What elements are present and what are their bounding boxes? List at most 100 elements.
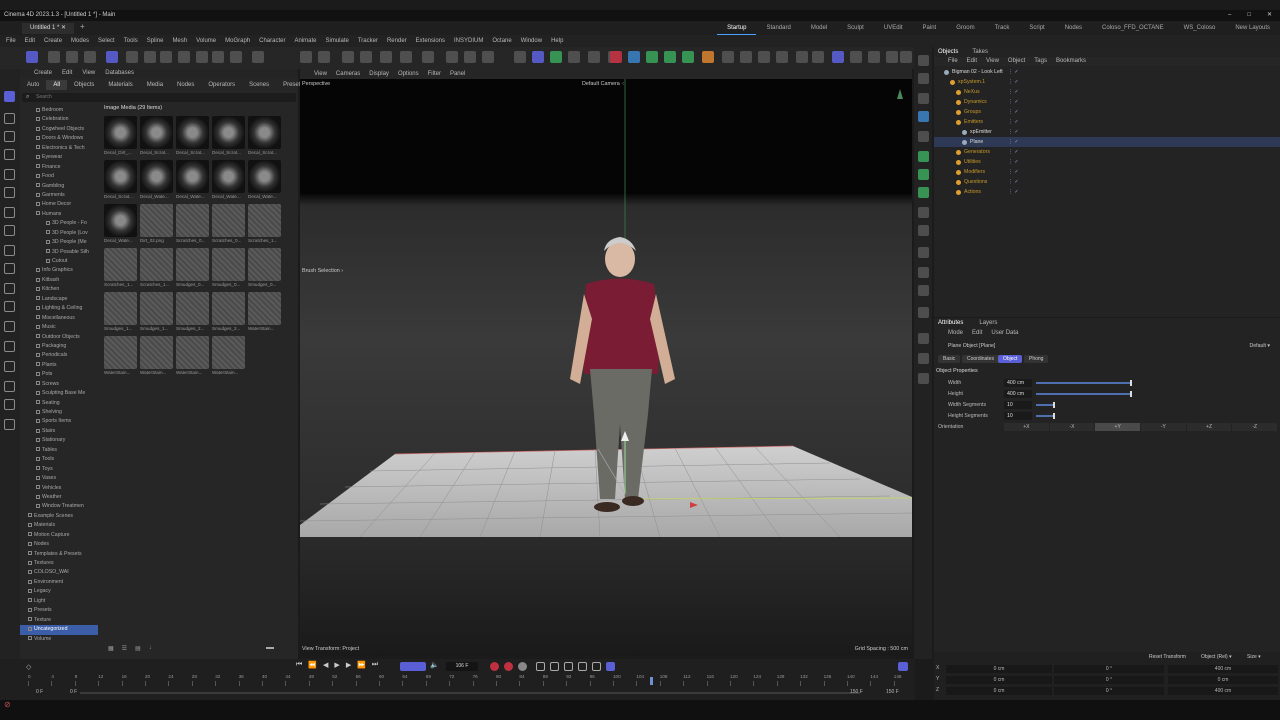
tree-item[interactable]: 3D Posable Silh	[20, 248, 98, 257]
tree-item[interactable]: 3D People - Fo	[20, 219, 98, 228]
attribute-preset-dropdown[interactable]: Default ▾	[1250, 343, 1270, 349]
right-tool-icon[interactable]	[918, 267, 929, 278]
asset-tab-nodes[interactable]: Nodes	[170, 80, 201, 90]
param-key-icon[interactable]	[592, 662, 601, 671]
timeline-ruler[interactable]: 0 4 8 12 16 20 24 28 32 36 40 44 48 52 56 60 64 68 72 76 80 8…	[0, 674, 915, 688]
layout-tab-script[interactable]: Script	[1019, 21, 1054, 35]
asset-thumbnail[interactable]	[176, 292, 209, 325]
left-tool-icon[interactable]	[4, 149, 15, 160]
layout-tab-model[interactable]: Model	[801, 21, 837, 35]
tree-item[interactable]: Kitchen	[20, 285, 98, 294]
asset-tab-scenes[interactable]: Scenes	[242, 80, 276, 90]
object-list-item[interactable]: Questions ⋮ ✓	[934, 177, 1280, 187]
attribute-subtab-phong[interactable]: Phong	[1024, 355, 1049, 363]
tree-item[interactable]: Texture	[20, 616, 98, 625]
attribute-menu-edit[interactable]: Edit	[972, 328, 982, 338]
record-icon[interactable]	[490, 662, 499, 671]
toolbar-tool-icon[interactable]	[832, 51, 844, 63]
tree-item[interactable]: Vehicles	[20, 484, 98, 493]
layout-tab-groom[interactable]: Groom	[946, 21, 984, 35]
asset-thumbnail[interactable]	[248, 116, 281, 149]
visibility-check-icon[interactable]: ⋮ ✓	[1008, 137, 1019, 147]
loop-toggle[interactable]	[400, 662, 426, 671]
go-to-end-icon[interactable]: ⏭	[372, 661, 378, 669]
visibility-check-icon[interactable]: ⋮ ✓	[1008, 157, 1019, 167]
toolbar-tool-icon[interactable]	[588, 51, 600, 63]
tree-item[interactable]: Environment	[20, 578, 98, 587]
preview-end-field[interactable]: 150 F	[850, 689, 863, 695]
tree-item[interactable]: Screws	[20, 380, 98, 389]
asset-thumbnail[interactable]	[176, 116, 209, 149]
keyframe-mode-icon[interactable]	[606, 662, 615, 671]
toolbar-tool-icon[interactable]	[252, 51, 264, 63]
menu-select[interactable]: Select	[98, 35, 115, 47]
point-key-icon[interactable]	[578, 662, 587, 671]
reset-transform-button[interactable]: Reset Transform	[1144, 653, 1191, 661]
menu-file[interactable]: File	[6, 35, 16, 47]
menu-help[interactable]: Help	[551, 35, 563, 47]
tree-item[interactable]: Templates & Presets	[20, 550, 98, 559]
viewport-menu-display[interactable]: Display	[369, 69, 389, 79]
left-tool-icon[interactable]	[4, 169, 15, 180]
tree-item[interactable]: Cogwheel Objects	[20, 125, 98, 134]
tree-item[interactable]: Shelving	[20, 408, 98, 417]
play-icon[interactable]: ▶	[334, 661, 339, 669]
viewport-menu-panel[interactable]: Panel	[450, 69, 465, 79]
orientation-x-button[interactable]: +X	[1004, 423, 1049, 431]
viewport-menu-filter[interactable]: Filter	[428, 69, 441, 79]
menu-tools[interactable]: Tools	[124, 35, 138, 47]
viewport-camera-label[interactable]: Default Camera ·:	[582, 81, 625, 87]
toolbar-tool-icon[interactable]	[868, 51, 880, 63]
close-icon[interactable]: ✕	[1267, 10, 1272, 21]
attribute-subtab-coordinates[interactable]: Coordinates	[962, 355, 999, 363]
toolbar-tool-icon[interactable]	[446, 51, 458, 63]
coord-position-field[interactable]: 0 cm	[946, 665, 1052, 673]
toolbar-tool-icon[interactable]	[300, 51, 312, 63]
visibility-check-icon[interactable]: ⋮ ✓	[1008, 147, 1019, 157]
asset-thumbnail[interactable]	[140, 116, 173, 149]
attribute-value-field[interactable]: 400 cm	[1004, 390, 1032, 398]
object-menu-file[interactable]: File	[948, 57, 958, 66]
tree-item[interactable]: Toys	[20, 465, 98, 474]
orientation-y-button[interactable]: -Y	[1141, 423, 1186, 431]
visibility-check-icon[interactable]: ⋮ ✓	[1008, 97, 1019, 107]
next-frame-icon[interactable]: ▶	[346, 661, 351, 669]
orientation-x-button[interactable]: -X	[1049, 423, 1095, 431]
left-tool-icon[interactable]	[4, 399, 15, 410]
toolbar-tool-icon[interactable]	[886, 51, 898, 63]
auto-key-icon[interactable]	[504, 662, 513, 671]
attribute-value-field[interactable]: 400 cm	[1004, 379, 1032, 387]
left-tool-icon[interactable]	[4, 187, 15, 198]
toolbar-tool-icon[interactable]	[550, 51, 562, 63]
object-tab-takes[interactable]: Takes	[972, 47, 988, 57]
tree-item[interactable]: Info Graphics	[20, 266, 98, 275]
viewport-menu-cameras[interactable]: Cameras	[336, 69, 360, 79]
asset-menu-edit[interactable]: Edit	[62, 69, 72, 78]
timeline-options-icon[interactable]	[898, 662, 908, 671]
object-list-item[interactable]: Groups ⋮ ✓	[934, 107, 1280, 117]
object-list-item[interactable]: Generators ⋮ ✓	[934, 147, 1280, 157]
toolbar-tool-icon[interactable]	[342, 51, 354, 63]
tree-item[interactable]: Motion Capture	[20, 531, 98, 540]
object-menu-view[interactable]: View	[986, 57, 999, 66]
sound-icon[interactable]: 🔈	[430, 661, 439, 669]
toolbar-tool-icon[interactable]	[514, 51, 526, 63]
tree-item[interactable]: Gambling	[20, 182, 98, 191]
object-list-item[interactable]: Actions ⋮ ✓	[934, 187, 1280, 197]
asset-thumbnail[interactable]	[248, 204, 281, 237]
tree-item[interactable]: Garments	[20, 191, 98, 200]
asset-thumbnail[interactable]	[248, 160, 281, 193]
toolbar-tool-icon[interactable]	[900, 51, 912, 63]
slider-knob[interactable]	[1053, 402, 1056, 408]
minimize-icon[interactable]: –	[1228, 10, 1231, 21]
asset-tab-media[interactable]: Media	[140, 80, 170, 90]
toolbar-tool-icon[interactable]	[628, 51, 640, 63]
orientation-z-button[interactable]: +Z	[1186, 423, 1232, 431]
layout-tab-paint[interactable]: Paint	[913, 21, 947, 35]
layout-tab-new-layouts[interactable]: New Layouts	[1225, 21, 1280, 35]
asset-thumbnail[interactable]	[140, 336, 173, 369]
asset-thumbnail[interactable]	[212, 292, 245, 325]
asset-thumbnail[interactable]	[104, 248, 137, 281]
visibility-check-icon[interactable]: ⋮ ✓	[1008, 107, 1019, 117]
left-tool-icon[interactable]	[4, 225, 15, 236]
